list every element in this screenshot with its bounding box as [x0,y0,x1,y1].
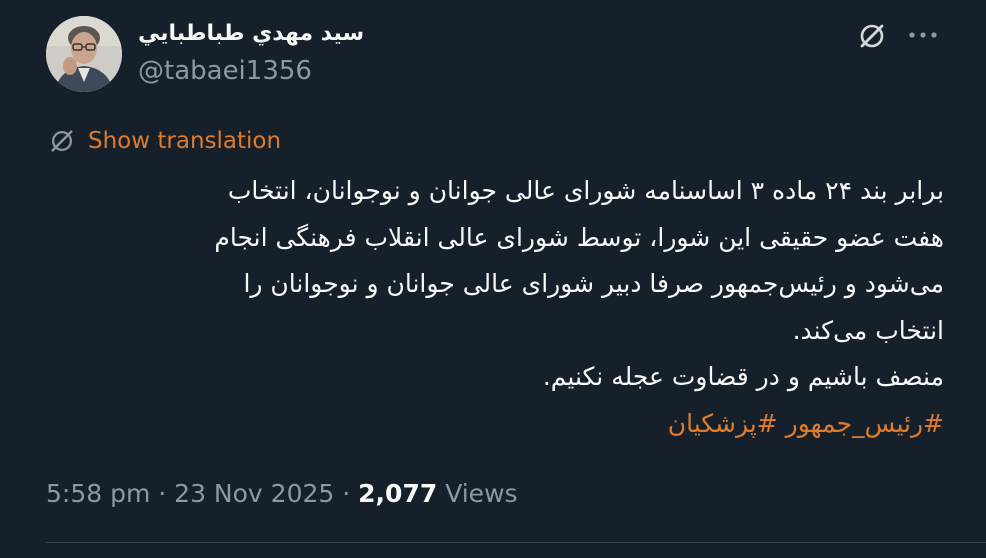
hashtag-row: #رئیس_جمهور #پزشکیان [46,401,944,448]
tweet-time[interactable]: 5:58 pm [46,479,150,508]
divider [46,542,986,543]
show-translation-label: Show translation [88,128,282,154]
hashtag-link[interactable]: #رئیس_جمهور [786,409,944,438]
tweet-line: می‌شود و رئیس‌جمهور صرفا دبیر شورای عالی… [243,269,944,298]
tweet-text: برابر بند ۲۴ ماده ۳ اساسنامه شورای عالی … [46,168,944,447]
views-label: Views [445,479,518,508]
globe-icon [46,125,78,157]
tweet-line: منصف باشیم و در قضاوت عجله نکنیم. [542,362,944,391]
views-count: 2,077 [358,479,438,508]
meta-separator: · [342,479,351,508]
hashtag-link[interactable]: #پزشکیان [668,409,778,438]
tweet-line: انتخاب می‌کند. [792,315,944,345]
show-translation-button[interactable]: Show translation [46,125,281,157]
more-icon[interactable] [906,22,940,48]
tweet-line: هفت عضو حقیقی این شورا، توسط شورای عالی … [214,222,944,252]
tweet-date[interactable]: 23 Nov 2025 [174,479,334,508]
display-name[interactable]: سيد مهدي طباطبايي [138,21,364,46]
tweet-meta: 5:58 pm · 23 Nov 2025 · 2,077 Views [46,479,518,508]
meta-separator: · [158,479,167,508]
handle[interactable]: @tabaei1356 [138,56,312,86]
grok-icon[interactable] [855,19,889,53]
tweet: سيد مهدي طباطبايي @tabaei1356 Show trans… [0,0,986,558]
avatar[interactable] [46,16,122,92]
tweet-line: برابر بند ۲۴ ماده ۳ اساسنامه شورای عالی … [227,176,944,205]
